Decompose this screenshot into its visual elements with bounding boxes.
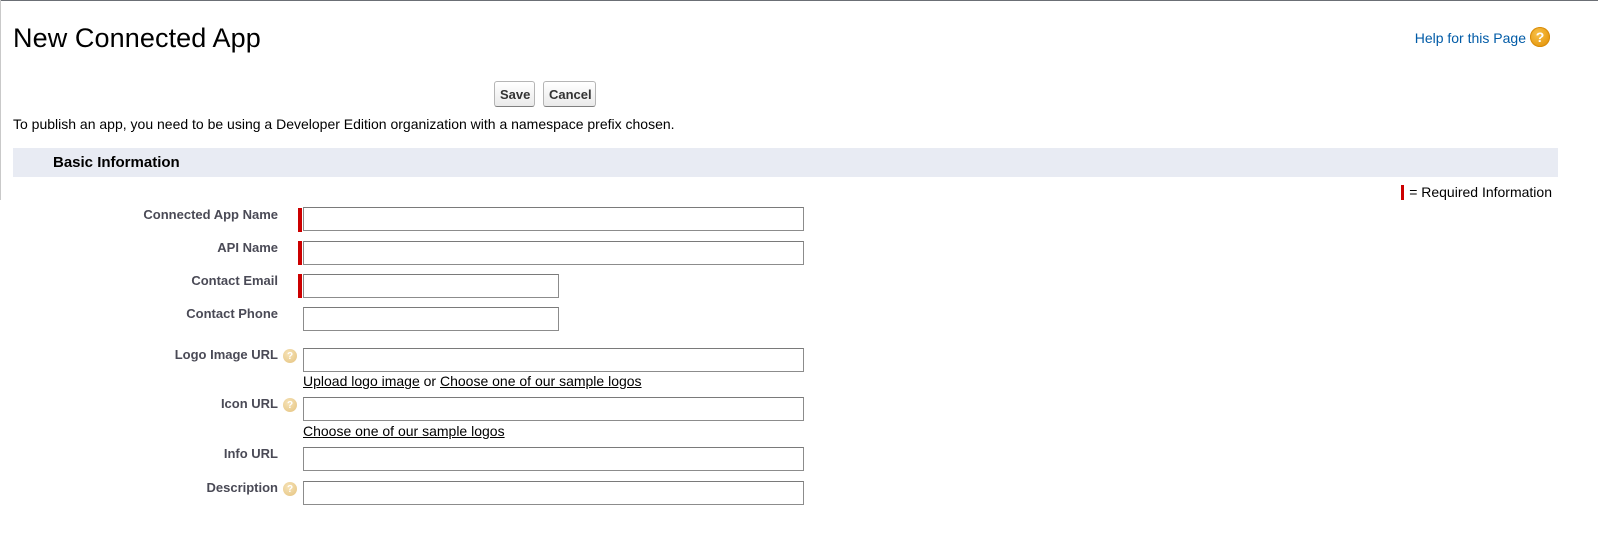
required-marker-icon: [298, 241, 302, 265]
info-icon[interactable]: ?: [283, 349, 297, 363]
save-button[interactable]: Save: [494, 81, 535, 107]
logo-image-url-input[interactable]: [303, 348, 804, 372]
required-marker-icon: [298, 274, 302, 298]
icon-url-input[interactable]: [303, 397, 804, 421]
help-link[interactable]: Help for this Page: [1415, 30, 1526, 46]
info-icon[interactable]: ?: [283, 398, 297, 412]
publish-note: To publish an app, you need to be using …: [13, 116, 675, 132]
required-marker-icon: [1401, 184, 1405, 200]
icon-url-label: Icon URL: [220, 396, 278, 411]
logo-links: Upload logo image or Choose one of our s…: [303, 373, 642, 389]
info-url-input[interactable]: [303, 447, 804, 471]
icon-links: Choose one of our sample logos: [303, 423, 505, 439]
section-title: Basic Information: [53, 154, 180, 171]
window-top-border: [0, 0, 1598, 1]
cancel-button[interactable]: Cancel: [543, 81, 596, 107]
required-legend: = Required Information: [1401, 184, 1552, 200]
contact-email-input[interactable]: [303, 274, 559, 298]
choose-sample-icon-link[interactable]: Choose one of our sample logos: [303, 423, 505, 439]
description-label: Description: [206, 480, 278, 495]
contact-phone-input[interactable]: [303, 307, 559, 331]
logo-image-url-label: Logo Image URL: [174, 347, 278, 362]
contact-phone-label: Contact Phone: [186, 306, 278, 321]
page-title: New Connected App: [13, 23, 261, 53]
contact-email-label: Contact Email: [191, 273, 278, 288]
choose-sample-logo-link[interactable]: Choose one of our sample logos: [440, 373, 642, 389]
required-legend-text: = Required Information: [1409, 184, 1552, 200]
info-icon[interactable]: ?: [283, 482, 297, 496]
connected-app-name-label: Connected App Name: [143, 207, 278, 222]
api-name-input[interactable]: [303, 241, 804, 265]
connected-app-name-input[interactable]: [303, 207, 804, 231]
api-name-label: API Name: [217, 240, 278, 255]
required-marker-icon: [298, 208, 302, 232]
or-text: or: [423, 373, 437, 389]
window-left-border: [0, 0, 1, 200]
info-url-label: Info URL: [223, 446, 278, 461]
upload-logo-image-link[interactable]: Upload logo image: [303, 373, 420, 389]
description-input[interactable]: [303, 481, 804, 505]
help-icon[interactable]: ?: [1530, 27, 1550, 47]
section-header-basic-information: Basic Information: [13, 148, 1558, 177]
